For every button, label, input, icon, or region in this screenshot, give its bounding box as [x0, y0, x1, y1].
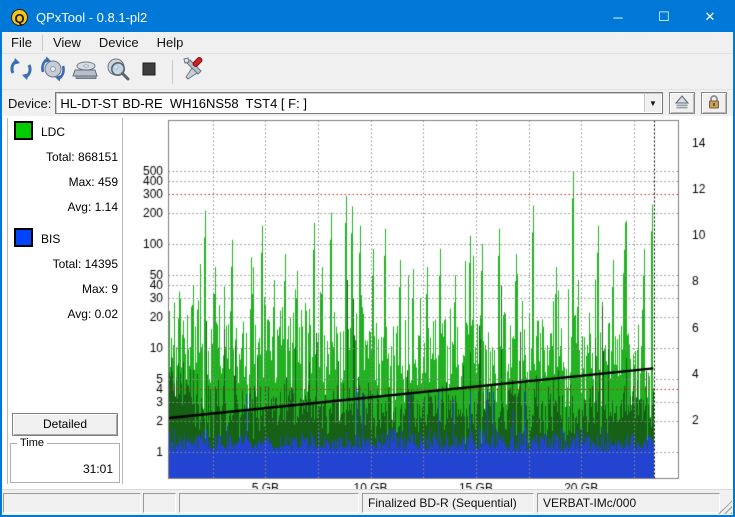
status-panel-3 [179, 493, 359, 513]
drive-control-button[interactable] [70, 57, 100, 87]
lock-icon [706, 94, 722, 113]
stats-panel: LDC Total: 868151 Max: 459 Avg: 1.14 BIS… [2, 116, 130, 489]
menu-help[interactable]: Help [148, 33, 193, 52]
app-window: Q QPxTool - 0.8.1-pl2 ─ ☐ ✕ File View De… [0, 0, 735, 517]
app-icon: Q [11, 8, 28, 26]
minimize-button[interactable]: ─ [595, 2, 641, 32]
lock-button[interactable] [701, 92, 727, 114]
toolbar-separator [172, 59, 173, 84]
ldc-label: LDC [41, 125, 66, 139]
device-combobox[interactable]: HL-DT-ST BD-RE WH16NS58 TST4 [ F: ] ▼ [55, 92, 663, 114]
scan-disc-button[interactable] [102, 57, 132, 87]
menu-file[interactable]: File [2, 33, 41, 52]
time-value: 31:01 [82, 462, 113, 476]
time-groupbox: Time 31:01 [10, 437, 120, 483]
ldc-max: Max: 459 [68, 175, 118, 189]
status-media-id: VERBAT-IMc/000 [537, 493, 720, 513]
toolbar [2, 54, 733, 90]
chevron-down-icon[interactable]: ▼ [644, 94, 661, 112]
close-button[interactable]: ✕ [687, 2, 733, 32]
quality-chart-canvas [130, 116, 733, 489]
maximize-button[interactable]: ☐ [641, 2, 687, 32]
status-panel-2 [143, 493, 176, 513]
preferences-button[interactable] [179, 57, 209, 87]
main-area: LDC Total: 868151 Max: 459 Avg: 1.14 BIS… [2, 116, 733, 489]
bis-total: Total: 14395 [52, 257, 118, 271]
refresh-icon [8, 56, 34, 87]
status-panel-1 [3, 493, 141, 513]
eject-button[interactable] [669, 92, 695, 114]
bis-max: Max: 9 [81, 282, 118, 296]
ldc-color-swatch [14, 121, 33, 140]
drive-icon [72, 56, 98, 87]
refresh-devices-button[interactable] [6, 57, 36, 87]
time-label: Time [17, 437, 48, 449]
device-bar: Device: HL-DT-ST BD-RE WH16NS58 TST4 [ F… [2, 90, 733, 116]
status-bar: Finalized BD-R (Sequential) VERBAT-IMc/0… [2, 489, 733, 515]
ldc-avg: Avg: 1.14 [67, 200, 118, 214]
bis-color-swatch [14, 228, 33, 247]
eject-icon [674, 94, 690, 113]
tools-icon [181, 56, 207, 87]
menu-device[interactable]: Device [90, 33, 148, 52]
menu-view[interactable]: View [44, 33, 90, 52]
disc-refresh-icon [40, 56, 66, 87]
bis-label: BIS [41, 232, 61, 246]
resize-grip[interactable] [718, 500, 732, 514]
stop-button[interactable] [134, 57, 164, 87]
menu-separator [41, 34, 43, 51]
device-label: Device: [8, 95, 52, 111]
title-bar: Q QPxTool - 0.8.1-pl2 ─ ☐ ✕ [2, 2, 733, 32]
rescan-media-button[interactable] [38, 56, 68, 87]
detailed-button[interactable]: Detailed [12, 413, 118, 436]
bis-avg: Avg: 0.02 [67, 307, 118, 321]
ldc-total: Total: 868151 [45, 150, 118, 164]
device-combobox-value: HL-DT-ST BD-RE WH16NS58 TST4 [ F: ] [60, 95, 307, 111]
menu-bar: File View Device Help [2, 32, 733, 54]
window-title: QPxTool - 0.8.1-pl2 [36, 9, 148, 25]
magnifier-disc-icon [104, 56, 130, 87]
status-disc-type: Finalized BD-R (Sequential) [362, 493, 534, 513]
stop-icon [136, 56, 162, 87]
